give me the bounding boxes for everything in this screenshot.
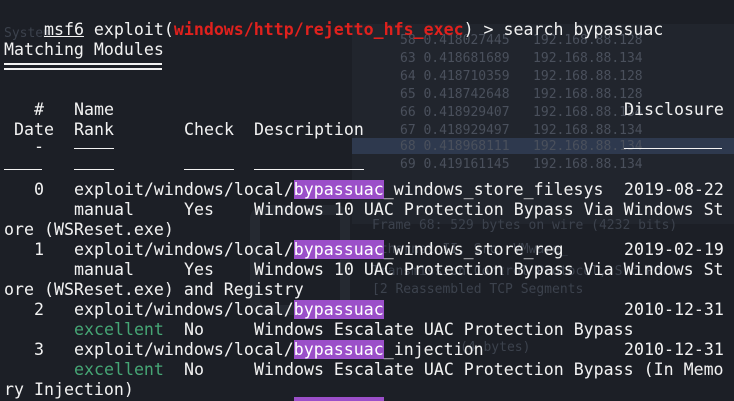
check-value: Yes bbox=[184, 200, 214, 219]
rank: manual bbox=[74, 200, 134, 219]
description: Windows Escalate UAC Protection Bypass bbox=[254, 320, 634, 339]
check-dash bbox=[184, 169, 234, 170]
disclosure-dash bbox=[624, 148, 722, 149]
disclosure-date: 2010-12-31 bbox=[624, 300, 724, 319]
rank-excellent: excellent bbox=[74, 320, 164, 339]
module-path[interactable]: exploit/windows/local/bypassuac_windows_… bbox=[74, 180, 604, 199]
row-number: 3 bbox=[34, 340, 44, 359]
module-path[interactable]: exploit/windows/local/bypassuac_windows_… bbox=[74, 240, 564, 259]
header-disclosure: Disclosure bbox=[624, 100, 724, 119]
section-title: Matching Modules bbox=[4, 40, 164, 59]
terminal[interactable]: msf6 exploit(windows/http/rejetto_hfs_ex… bbox=[4, 0, 734, 401]
module-path-prefix: exploit/windows/local/ bbox=[74, 180, 294, 199]
search-match: bypassuac bbox=[293, 300, 384, 319]
header-check: Check bbox=[184, 120, 234, 139]
search-match: bypassuac bbox=[293, 180, 384, 199]
description: Windows Escalate UAC Protection Bypass (… bbox=[254, 360, 724, 379]
module-path-prefix: exploit/windows/local/ bbox=[74, 300, 294, 319]
header-name: Name bbox=[74, 100, 114, 119]
prompt-name: msf6 bbox=[43, 20, 84, 39]
description-wrap: ore (WSReset.exe) bbox=[4, 220, 174, 239]
header-description: Description bbox=[254, 120, 364, 139]
command-text: search bypassuac bbox=[503, 20, 664, 39]
module-path-suffix: _injection bbox=[383, 340, 484, 359]
module-path-prefix: exploit/windows/local/ bbox=[74, 340, 294, 359]
header-rank: Rank bbox=[74, 120, 114, 139]
description-wrap: ore (WSReset.exe) and Registry bbox=[4, 280, 304, 299]
description: Windows 10 UAC Protection Bypass Via Win… bbox=[254, 260, 724, 279]
disclosure-date: 2019-08-22 bbox=[624, 180, 724, 199]
search-match: bypassuac bbox=[293, 240, 384, 259]
module-path-suffix: _windows_store_reg bbox=[383, 240, 564, 259]
row-number: 1 bbox=[34, 240, 44, 259]
disclosure-date: 2010-12-31 bbox=[624, 340, 724, 359]
prompt-context: exploit( bbox=[83, 20, 174, 39]
rank: manual bbox=[74, 260, 134, 279]
header-num: # bbox=[34, 100, 44, 119]
title-underline bbox=[4, 63, 162, 65]
description-wrap: ry Injection) bbox=[4, 380, 134, 399]
module-path[interactable]: exploit/windows/local/bypassuac bbox=[74, 300, 384, 319]
rank-dash bbox=[74, 169, 114, 170]
title-underline bbox=[4, 68, 162, 70]
row-number: 2 bbox=[34, 300, 44, 319]
next-row-match-edge bbox=[294, 397, 384, 401]
active-module: windows/http/rejetto_hfs_exec bbox=[173, 20, 464, 39]
disclosure-date: 2019-02-19 bbox=[624, 240, 724, 259]
module-path-prefix: exploit/windows/local/ bbox=[74, 240, 294, 259]
module-path-suffix: _windows_store_filesys bbox=[383, 180, 604, 199]
name-dash bbox=[74, 148, 114, 149]
check-value: No bbox=[184, 360, 204, 379]
check-value: Yes bbox=[184, 260, 214, 279]
row-number: 0 bbox=[34, 180, 44, 199]
date-dash bbox=[4, 169, 42, 170]
header-num-dash: - bbox=[34, 137, 44, 156]
description-dash bbox=[254, 169, 364, 170]
check-value: No bbox=[184, 320, 204, 339]
prompt-context-end: ) > bbox=[463, 20, 504, 39]
rank-excellent: excellent bbox=[74, 360, 164, 379]
module-path[interactable]: exploit/windows/local/bypassuac_injectio… bbox=[74, 340, 484, 359]
search-match: bypassuac bbox=[293, 340, 384, 359]
prompt-line: msf6 exploit(windows/http/rejetto_hfs_ex… bbox=[4, 0, 663, 39]
description: Windows 10 UAC Protection Bypass Via Win… bbox=[254, 200, 724, 219]
